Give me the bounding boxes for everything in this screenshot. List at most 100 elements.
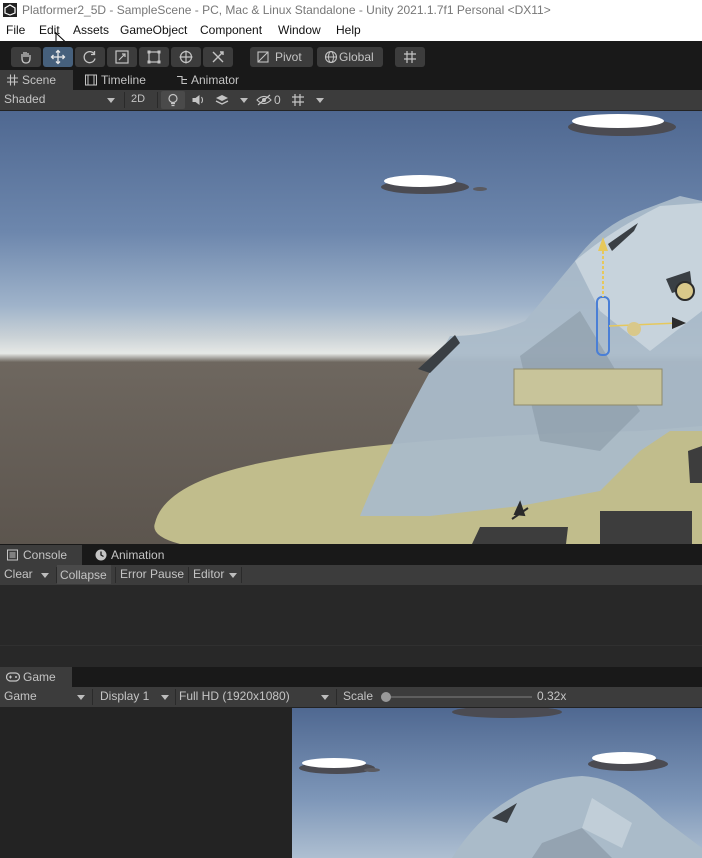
error-pause-toggle[interactable]: Error Pause <box>120 567 188 583</box>
game-view-dropdown[interactable]: Game <box>4 689 90 705</box>
clear-options-dropdown[interactable] <box>38 567 54 583</box>
platform-box <box>513 368 663 406</box>
grid-snap-icon <box>404 51 416 63</box>
scale-icon <box>115 50 129 64</box>
rect-transform-icon <box>147 50 161 64</box>
global-toggle[interactable]: Global <box>317 47 383 67</box>
cloud <box>452 708 562 718</box>
gizmos-dropdown[interactable] <box>287 91 327 109</box>
scale-label: Scale <box>343 689 374 703</box>
draw-mode-value: Shaded <box>4 92 46 106</box>
draw-mode-dropdown[interactable]: Shaded <box>4 92 120 108</box>
layers-icon <box>215 95 229 105</box>
globe-icon <box>324 50 338 64</box>
tab-animation[interactable]: Animation <box>90 545 180 565</box>
move-tool-button[interactable] <box>43 47 73 67</box>
toolbar-divider <box>115 567 116 583</box>
display-dropdown[interactable]: Display 1 <box>100 689 174 705</box>
dark-block <box>472 527 568 544</box>
editor-dropdown[interactable]: Editor <box>193 567 241 583</box>
custom-tool-button[interactable] <box>203 47 233 67</box>
scale-value: 0.32x <box>537 689 567 703</box>
tab-console[interactable]: Console <box>0 545 82 565</box>
game-view[interactable] <box>292 708 702 858</box>
transform-tool-button[interactable] <box>171 47 201 67</box>
cloud <box>473 187 487 191</box>
resolution-value: Full HD (1920x1080) <box>179 689 290 703</box>
light-gizmo <box>675 281 695 301</box>
lighting-toggle[interactable] <box>161 91 185 109</box>
menu-help[interactable]: Help <box>336 23 361 37</box>
scene-render <box>154 114 702 544</box>
console-detail-area[interactable] <box>0 645 702 668</box>
collapse-toggle[interactable]: Collapse <box>57 565 111 584</box>
display-value: Display 1 <box>100 689 150 703</box>
tab-console-label: Console <box>23 548 68 562</box>
game-tab-strip: Game <box>0 667 702 687</box>
rect-tool-button[interactable] <box>139 47 169 67</box>
scale-slider-thumb[interactable] <box>381 692 391 702</box>
scale-tool-button[interactable] <box>107 47 137 67</box>
scale-slider-track[interactable] <box>381 692 532 702</box>
clock-icon <box>95 549 107 561</box>
game-control-bar: Game Display 1 Full HD (1920x1080) Scale… <box>0 687 702 708</box>
hand-tool-button[interactable] <box>11 47 41 67</box>
toolbar-divider <box>175 689 176 705</box>
transform-icon <box>179 50 193 64</box>
tab-scene[interactable]: Scene <box>0 70 73 90</box>
console-tab-strip: Console Animation <box>0 545 702 565</box>
effects-dropdown[interactable] <box>211 91 251 109</box>
tools-icon <box>212 51 224 63</box>
toolbar-divider <box>241 567 242 583</box>
tab-animator[interactable]: Animator <box>170 70 255 90</box>
cloud <box>381 175 469 194</box>
scene-tab-strip: Scene Timeline Animator <box>0 70 702 90</box>
chevron-down-icon <box>229 573 237 578</box>
scene-control-bar: Shaded 2D 0 <box>0 90 702 111</box>
main-toolbar: Pivot Global <box>0 41 702 70</box>
tab-game[interactable]: Game <box>0 667 72 687</box>
chevron-down-icon <box>321 695 329 700</box>
clear-button[interactable]: Clear <box>4 567 34 583</box>
toolbar-divider <box>92 689 93 705</box>
speaker-icon <box>192 95 204 105</box>
eye-slash-icon <box>256 94 272 106</box>
menu-gameobject[interactable]: GameObject <box>120 23 187 37</box>
window-title: Platformer2_5D - SampleScene - PC, Mac &… <box>22 3 551 17</box>
gizmo-center <box>627 322 641 336</box>
title-bar: Platformer2_5D - SampleScene - PC, Mac &… <box>0 0 702 20</box>
chevron-down-icon <box>77 695 85 700</box>
gamepad-icon <box>6 672 20 682</box>
rotate-tool-button[interactable] <box>75 47 105 67</box>
menu-file[interactable]: File <box>6 23 25 37</box>
lightbulb-icon <box>168 93 178 107</box>
hand-icon <box>21 52 31 64</box>
pivot-toggle[interactable]: Pivot <box>250 47 313 67</box>
tab-animator-label: Animator <box>191 73 240 87</box>
menu-component[interactable]: Component <box>200 23 262 37</box>
audio-toggle[interactable] <box>187 91 209 109</box>
cloud <box>299 758 375 774</box>
2d-toggle[interactable]: 2D <box>131 93 153 109</box>
console-log-area[interactable] <box>0 585 702 645</box>
grid-icon <box>7 74 18 86</box>
menu-window[interactable]: Window <box>278 23 321 37</box>
grid-snap-icon <box>292 94 304 106</box>
menu-assets[interactable]: Assets <box>73 23 109 37</box>
hidden-objects-toggle[interactable]: 0 <box>255 91 285 109</box>
scene-view[interactable] <box>0 111 702 544</box>
toolbar-divider <box>188 567 189 583</box>
tab-game-label: Game <box>23 670 56 684</box>
resolution-dropdown[interactable]: Full HD (1920x1080) <box>179 689 334 705</box>
pivot-icon <box>257 51 269 63</box>
chevron-down-icon <box>107 98 115 103</box>
rotate-icon <box>83 50 96 64</box>
console-control-bar: Clear Collapse Error Pause Editor <box>0 565 702 586</box>
pivot-label: Pivot <box>275 50 302 64</box>
tab-timeline[interactable]: Timeline <box>80 70 165 90</box>
snap-grid-button[interactable] <box>395 47 425 67</box>
chevron-down-icon <box>240 98 248 103</box>
move-arrows-icon <box>50 49 66 65</box>
chevron-down-icon <box>161 695 169 700</box>
toolbar-divider <box>124 92 125 108</box>
